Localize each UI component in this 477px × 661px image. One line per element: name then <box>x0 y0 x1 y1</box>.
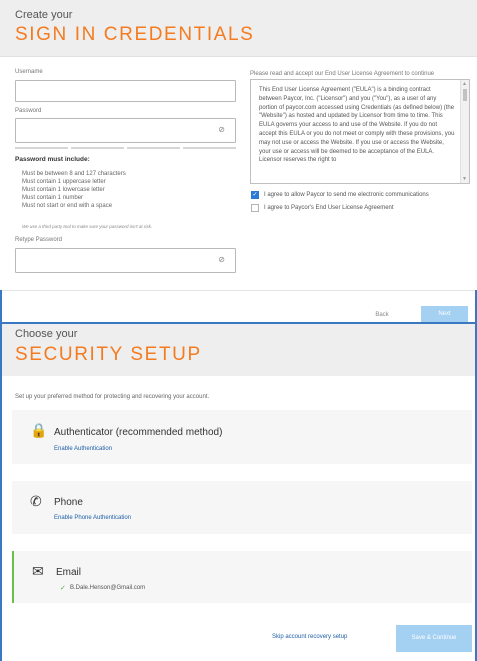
credentials-footer <box>0 290 477 322</box>
requirement-item: Must contain 1 lowercase letter <box>22 187 105 193</box>
strength-bar-2 <box>71 147 124 149</box>
security-title: SECURITY SETUP <box>15 344 202 365</box>
email-card[interactable]: ✉ Email ✓ B.Dale.Henson@Gmail.com <box>12 551 472 603</box>
lock-icon: 🔒 <box>30 422 48 438</box>
communications-checkbox[interactable]: ✓ <box>251 191 259 199</box>
envelope-icon: ✉ <box>32 563 44 579</box>
password-label: Password <box>15 108 42 114</box>
username-input[interactable] <box>15 80 236 102</box>
scroll-up-icon[interactable]: ▲ <box>462 81 467 87</box>
eula-box[interactable]: This End User License Agreement ("EULA")… <box>250 79 470 184</box>
skip-recovery-link[interactable]: Skip account recovery setup <box>272 634 347 640</box>
eula-agree-checkbox[interactable] <box>251 204 259 212</box>
credentials-header: Create your SIGN IN CREDENTIALS <box>0 0 477 57</box>
security-header: Choose your SECURITY SETUP <box>0 324 477 376</box>
security-setup-panel: Choose your SECURITY SETUP Set up your p… <box>0 324 477 661</box>
requirement-item: Must not start or end with a space <box>22 203 113 209</box>
strength-bar-4 <box>183 147 236 149</box>
eula-text: This End User License Agreement ("EULA")… <box>259 87 455 164</box>
hide-password-icon[interactable]: ⊘ <box>218 255 225 264</box>
strength-bar-1 <box>15 147 68 149</box>
eula-agree-checkbox-label: I agree to Paycor's End User License Agr… <box>264 205 394 211</box>
enable-authentication-link[interactable]: Enable Authentication <box>54 446 112 452</box>
password-requirements-title: Password must include: <box>15 156 90 163</box>
requirement-item: Must be between 8 and 127 characters <box>22 171 126 177</box>
back-button[interactable]: Back <box>360 312 404 318</box>
credentials-title: SIGN IN CREDENTIALS <box>15 24 255 45</box>
save-continue-button[interactable]: Save & Continue <box>396 625 472 652</box>
authenticator-card[interactable]: 🔒 Authenticator (recommended method) Ena… <box>12 410 472 464</box>
panel-border <box>0 324 2 661</box>
password-check-note: We use a third party tool to make sure y… <box>22 224 153 229</box>
panel-border <box>0 290 2 322</box>
scroll-down-icon[interactable]: ▼ <box>462 176 467 182</box>
authenticator-title: Authenticator (recommended method) <box>54 427 223 438</box>
hide-password-icon[interactable]: ⊘ <box>218 125 225 134</box>
eula-label: Please read and accept our End User Lice… <box>250 71 435 77</box>
password-input[interactable]: ⊘ <box>15 118 236 143</box>
strength-bar-3 <box>127 147 180 149</box>
security-intro: Set up your preferred method for protect… <box>15 394 210 400</box>
credentials-subtitle: Create your <box>15 9 73 21</box>
scroll-thumb[interactable] <box>463 89 467 101</box>
email-value: B.Dale.Henson@Gmail.com <box>70 585 146 591</box>
requirement-item: Must contain 1 number <box>22 195 84 201</box>
security-subtitle: Choose your <box>15 328 78 340</box>
retype-password-label: Retype Password <box>15 237 63 243</box>
next-button[interactable]: Next <box>421 306 468 323</box>
eula-scrollbar[interactable]: ▲ ▼ <box>460 80 469 183</box>
retype-password-input[interactable]: ⊘ <box>15 248 236 273</box>
email-title: Email <box>56 567 82 578</box>
check-icon: ✓ <box>60 585 66 592</box>
username-label: Username <box>15 69 43 75</box>
phone-title: Phone <box>54 497 83 508</box>
enable-phone-authentication-link[interactable]: Enable Phone Authentication <box>54 515 131 521</box>
sign-in-credentials-panel: Create your SIGN IN CREDENTIALS Username… <box>0 0 477 323</box>
communications-checkbox-label: I agree to allow Paycor to send me elect… <box>264 192 429 198</box>
phone-card[interactable]: ✆ Phone Enable Phone Authentication <box>12 481 472 534</box>
requirement-item: Must contain 1 uppercase letter <box>22 179 106 185</box>
phone-icon: ✆ <box>30 493 42 509</box>
